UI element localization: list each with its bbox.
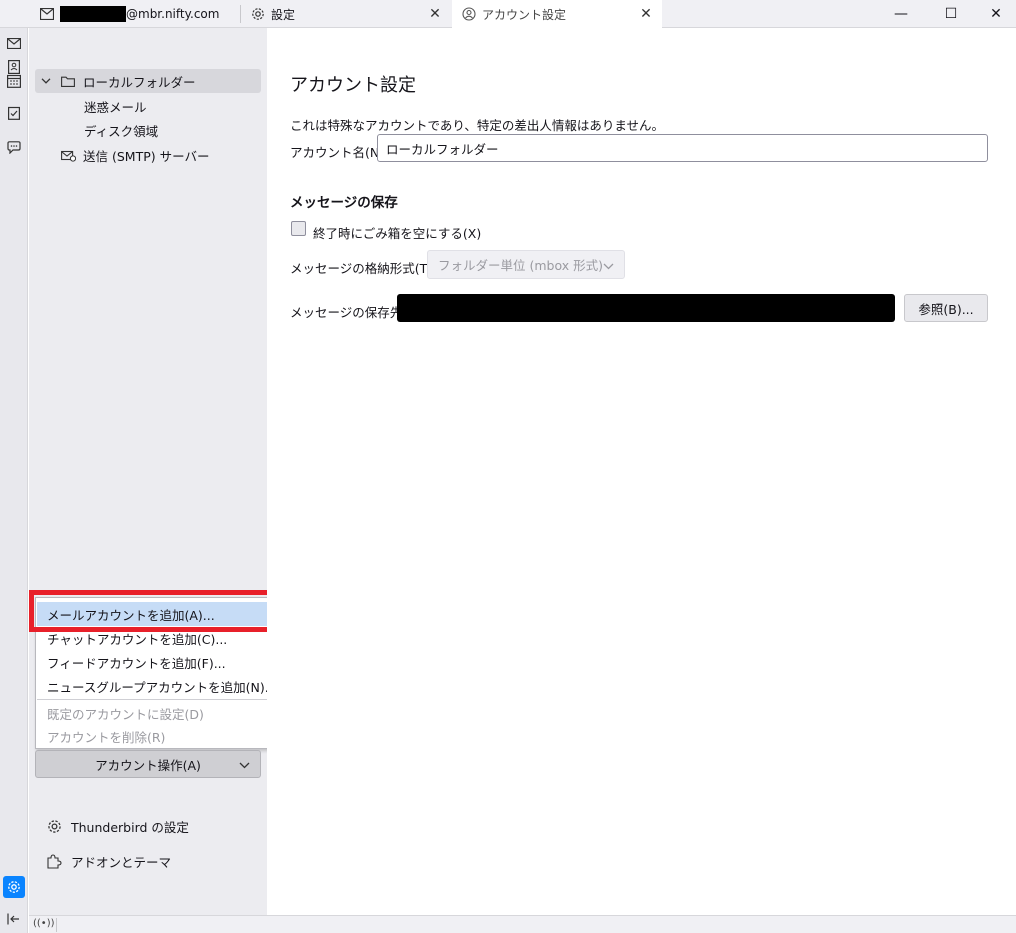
tab-mail[interactable]: @mbr.nifty.com xyxy=(30,0,240,28)
gear-icon xyxy=(251,7,265,21)
store-path-label: メッセージの保存先: xyxy=(290,305,407,320)
chat-icon xyxy=(7,140,21,154)
tree-item-disk-space[interactable]: ディスク領域 xyxy=(35,118,261,142)
menu-item-set-default: 既定のアカウントに設定(D) xyxy=(47,706,204,722)
store-format-label: メッセージの格納形式(T): xyxy=(290,261,437,276)
gear-icon xyxy=(8,881,20,893)
menu-item-add-newsgroup-account[interactable]: ニュースグループアカウントを追加(N)... xyxy=(37,674,292,698)
menu-item-add-feed-account[interactable]: フィードアカウントを追加(F)... xyxy=(37,650,292,674)
chevron-down-icon xyxy=(239,757,250,772)
tab-mail-label: @mbr.nifty.com xyxy=(126,7,220,21)
collapse-arrow-icon xyxy=(7,913,19,925)
message-storage-heading: メッセージの保存 xyxy=(290,195,398,211)
outgoing-server-icon xyxy=(61,149,77,162)
tab-settings-label: 設定 xyxy=(271,7,296,22)
tree-item-junk[interactable]: 迷惑メール xyxy=(35,94,261,118)
space-calendar[interactable] xyxy=(3,70,25,92)
calendar-icon xyxy=(7,74,21,88)
redacted-email-user xyxy=(60,6,126,22)
addons-themes-link[interactable]: アドオンとテーマ xyxy=(45,849,171,873)
account-name-label: アカウント名(N): xyxy=(290,145,389,160)
space-mail[interactable] xyxy=(3,32,25,54)
store-format-value: フォルダー単位 (mbox 形式) xyxy=(438,258,603,273)
store-path-field-redacted[interactable] xyxy=(397,294,895,322)
menu-separator xyxy=(37,699,292,700)
puzzle-icon xyxy=(45,852,63,870)
store-format-select: フォルダー単位 (mbox 形式) xyxy=(427,250,625,279)
thunderbird-settings-link[interactable]: Thunderbird の設定 xyxy=(45,814,189,838)
tree-item-label: 送信 (SMTP) サーバー xyxy=(83,148,210,164)
thunderbird-settings-label: Thunderbird の設定 xyxy=(71,819,189,835)
mail-icon xyxy=(40,7,54,21)
addons-themes-label: アドオンとテーマ xyxy=(71,854,172,870)
tree-item-label: ディスク領域 xyxy=(84,123,159,139)
account-description: これは特殊なアカウントであり、特定の差出人情報はありません。 xyxy=(290,118,665,133)
chevron-down-icon xyxy=(603,258,614,273)
tab-account-settings-label: アカウント設定 xyxy=(482,7,567,22)
account-name-input[interactable]: ローカルフォルダー xyxy=(377,134,988,162)
gear-icon xyxy=(45,817,63,835)
empty-trash-label: 終了時にごみ箱を空にする(X) xyxy=(313,226,482,241)
collapse-spaces-button[interactable] xyxy=(3,908,25,930)
account-settings-content: アカウント設定 これは特殊なアカウントであり、特定の差出人情報はありません。 ア… xyxy=(267,28,1016,915)
maximize-button[interactable]: ☐ xyxy=(928,0,974,28)
empty-trash-checkbox[interactable] xyxy=(291,221,306,236)
space-chat[interactable] xyxy=(3,136,25,158)
chevron-down-icon[interactable] xyxy=(41,78,55,84)
annotation-highlight-box xyxy=(29,590,301,632)
minimize-button[interactable]: — xyxy=(878,0,924,28)
space-settings[interactable] xyxy=(3,876,25,898)
close-icon[interactable]: ✕ xyxy=(638,6,654,22)
tab-account-settings[interactable]: アカウント設定 ✕ xyxy=(452,0,662,28)
mail-icon xyxy=(7,37,21,49)
tree-item-smtp[interactable]: 送信 (SMTP) サーバー xyxy=(35,143,261,167)
account-name-value: ローカルフォルダー xyxy=(386,141,499,157)
space-tasks[interactable] xyxy=(3,102,25,124)
status-bar: ((•)) xyxy=(29,915,1016,933)
tasks-icon xyxy=(8,106,20,120)
tree-item-local-folders[interactable]: ローカルフォルダー xyxy=(35,69,261,93)
tree-item-label: 迷惑メール xyxy=(84,99,147,115)
account-actions-label: アカウント操作(A) xyxy=(95,757,201,773)
tree-item-label: ローカルフォルダー xyxy=(83,74,196,90)
page-title: アカウント設定 xyxy=(290,75,416,96)
menu-item-delete-account: アカウントを削除(R) xyxy=(47,729,166,745)
browse-button[interactable]: 参照(B)... xyxy=(904,294,988,322)
close-icon[interactable]: ✕ xyxy=(427,6,443,22)
status-divider xyxy=(56,918,57,932)
browse-button-label: 参照(B)... xyxy=(918,301,974,317)
close-window-button[interactable]: ✕ xyxy=(973,0,1016,28)
account-actions-button[interactable]: アカウント操作(A) xyxy=(35,750,261,778)
tab-settings[interactable]: 設定 ✕ xyxy=(241,0,451,28)
folder-icon xyxy=(61,76,77,87)
account-tree-pane: ローカルフォルダー 迷惑メール ディスク領域 送信 (SMTP) サーバー Th… xyxy=(29,28,267,915)
account-icon xyxy=(462,7,476,21)
tab-bar: @mbr.nifty.com 設定 ✕ アカウント設定 ✕ — ☐ ✕ xyxy=(0,0,1016,28)
spaces-toolbar xyxy=(0,28,28,933)
online-status-icon[interactable]: ((•)) xyxy=(33,918,55,929)
